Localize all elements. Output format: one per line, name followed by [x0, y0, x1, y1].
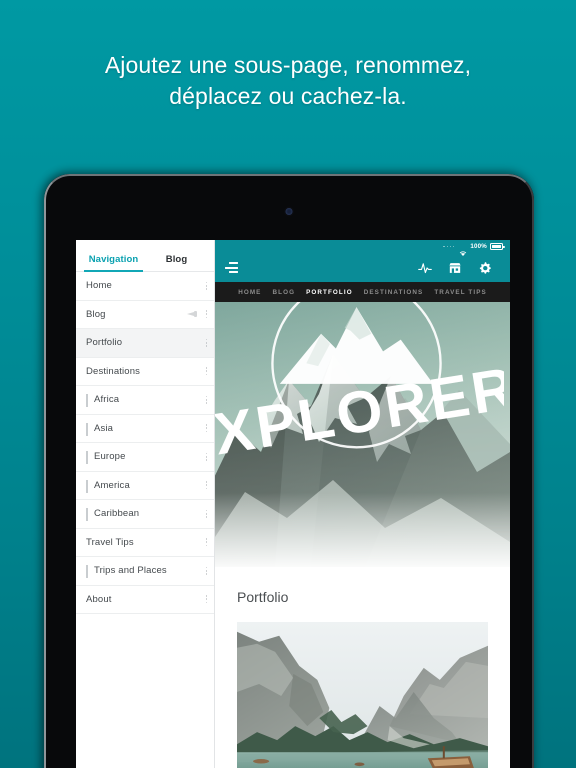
- page-label: America: [94, 479, 130, 491]
- tab-navigation[interactable]: Navigation: [82, 254, 145, 272]
- row-actions: [205, 538, 208, 547]
- row-menu-icon[interactable]: [205, 509, 208, 518]
- front-camera-icon: [285, 208, 293, 215]
- site-nav-destinations[interactable]: DESTINATIONS: [364, 289, 424, 296]
- system-status-bar: 100%: [215, 240, 510, 256]
- page-row-travel-tips[interactable]: Travel Tips: [76, 529, 214, 557]
- row-actions: [205, 424, 208, 433]
- row-menu-icon[interactable]: [205, 481, 208, 490]
- row-actions: [205, 281, 208, 290]
- row-actions: [205, 338, 208, 347]
- page-label: Trips and Places: [94, 565, 167, 577]
- site-nav-portfolio[interactable]: PORTFOLIO: [306, 289, 353, 296]
- tab-blog[interactable]: Blog: [145, 254, 208, 271]
- page-row-america[interactable]: America: [76, 472, 214, 500]
- page-row-home[interactable]: Home: [76, 272, 214, 301]
- sidebar-tabs: Navigation Blog: [76, 240, 214, 272]
- page-title: Portfolio: [237, 589, 289, 605]
- navigation-sidebar: Navigation Blog Home Blog Portfolio Dest…: [76, 240, 215, 768]
- page-row-portfolio[interactable]: Portfolio: [76, 329, 214, 358]
- tab-navigation-label: Navigation: [88, 254, 139, 265]
- page-row-africa[interactable]: Africa: [76, 386, 214, 415]
- row-menu-icon[interactable]: [205, 452, 208, 461]
- page-label: About: [86, 593, 112, 605]
- nesting-indicator: [86, 451, 88, 464]
- row-actions: [205, 452, 208, 461]
- site-preview-pane: 100% HOME BLOG PORTFOLIO DESTINATIONS TR…: [215, 240, 510, 768]
- hero-banner: XPLORER: [215, 302, 510, 567]
- page-label: Travel Tips: [86, 536, 134, 548]
- battery-full-icon: [490, 243, 505, 250]
- promo-headline: Ajoutez une sous-page, renommez, déplace…: [0, 50, 576, 112]
- row-menu-icon[interactable]: [205, 595, 208, 604]
- page-content: Portfolio: [215, 567, 510, 768]
- page-row-blog[interactable]: Blog: [76, 301, 214, 329]
- row-actions: [205, 367, 208, 376]
- row-actions: [205, 509, 208, 518]
- screenshot-stage: Ajoutez une sous-page, renommez, déplace…: [0, 0, 576, 768]
- page-row-asia[interactable]: Asia: [76, 415, 214, 443]
- row-menu-icon[interactable]: [205, 367, 208, 376]
- page-label: Europe: [94, 451, 126, 463]
- nesting-indicator: [86, 508, 88, 521]
- row-menu-icon[interactable]: [205, 538, 208, 547]
- site-nav-home[interactable]: HOME: [238, 289, 261, 296]
- signal-dots-icon: [443, 245, 455, 248]
- editor-app-bar: [215, 253, 510, 282]
- row-actions: [205, 481, 208, 490]
- row-menu-icon[interactable]: [205, 566, 208, 575]
- row-actions: [205, 595, 208, 604]
- row-menu-icon[interactable]: [205, 338, 208, 347]
- headline-line-1: Ajoutez une sous-page, renommez,: [104, 52, 472, 78]
- row-menu-icon[interactable]: [205, 424, 208, 433]
- portfolio-photo[interactable]: [237, 622, 488, 768]
- nesting-indicator: [86, 479, 88, 493]
- app-bar-actions: [418, 261, 492, 275]
- site-top-navigation: HOME BLOG PORTFOLIO DESTINATIONS TRAVEL …: [215, 282, 510, 302]
- site-nav-travel-tips[interactable]: TRAVEL TIPS: [434, 289, 486, 296]
- megaphone-icon: [187, 310, 198, 319]
- row-actions: [205, 566, 208, 575]
- page-row-trips-and-places[interactable]: Trips and Places: [76, 557, 214, 586]
- page-label: Caribbean: [94, 508, 140, 520]
- site-nav-blog[interactable]: BLOG: [272, 289, 295, 296]
- nesting-indicator: [86, 565, 88, 578]
- statistics-icon[interactable]: [418, 261, 432, 275]
- nesting-indicator: [86, 422, 88, 436]
- settings-gear-icon[interactable]: [478, 261, 492, 275]
- page-label: Africa: [94, 394, 120, 406]
- tablet-screen: Navigation Blog Home Blog Portfolio Dest…: [76, 240, 510, 768]
- page-label: Asia: [94, 422, 114, 434]
- battery-percent-label: 100%: [470, 243, 487, 250]
- tab-blog-label: Blog: [165, 254, 188, 265]
- page-row-about[interactable]: About: [76, 586, 214, 614]
- page-tree-list: Home Blog Portfolio Destinations Africa …: [76, 272, 214, 614]
- row-actions: [187, 310, 208, 319]
- wifi-icon: [459, 243, 467, 256]
- page-row-destinations[interactable]: Destinations: [76, 358, 214, 386]
- page-label: Blog: [86, 308, 106, 320]
- row-menu-icon[interactable]: [205, 310, 208, 319]
- hamburger-menu-icon[interactable]: [225, 262, 238, 273]
- row-menu-icon[interactable]: [205, 395, 208, 404]
- tablet-bezel: Navigation Blog Home Blog Portfolio Dest…: [46, 176, 532, 768]
- tablet-device: Navigation Blog Home Blog Portfolio Dest…: [44, 174, 534, 768]
- store-icon[interactable]: [448, 261, 462, 275]
- row-actions: [205, 395, 208, 404]
- headline-line-2: déplacez ou cachez-la.: [169, 83, 407, 109]
- page-label: Destinations: [86, 365, 141, 377]
- page-label: Home: [86, 280, 112, 292]
- page-row-caribbean[interactable]: Caribbean: [76, 500, 214, 529]
- row-menu-icon[interactable]: [205, 281, 208, 290]
- page-label: Portfolio: [86, 337, 123, 349]
- nesting-indicator: [86, 394, 88, 407]
- page-row-europe[interactable]: Europe: [76, 443, 214, 472]
